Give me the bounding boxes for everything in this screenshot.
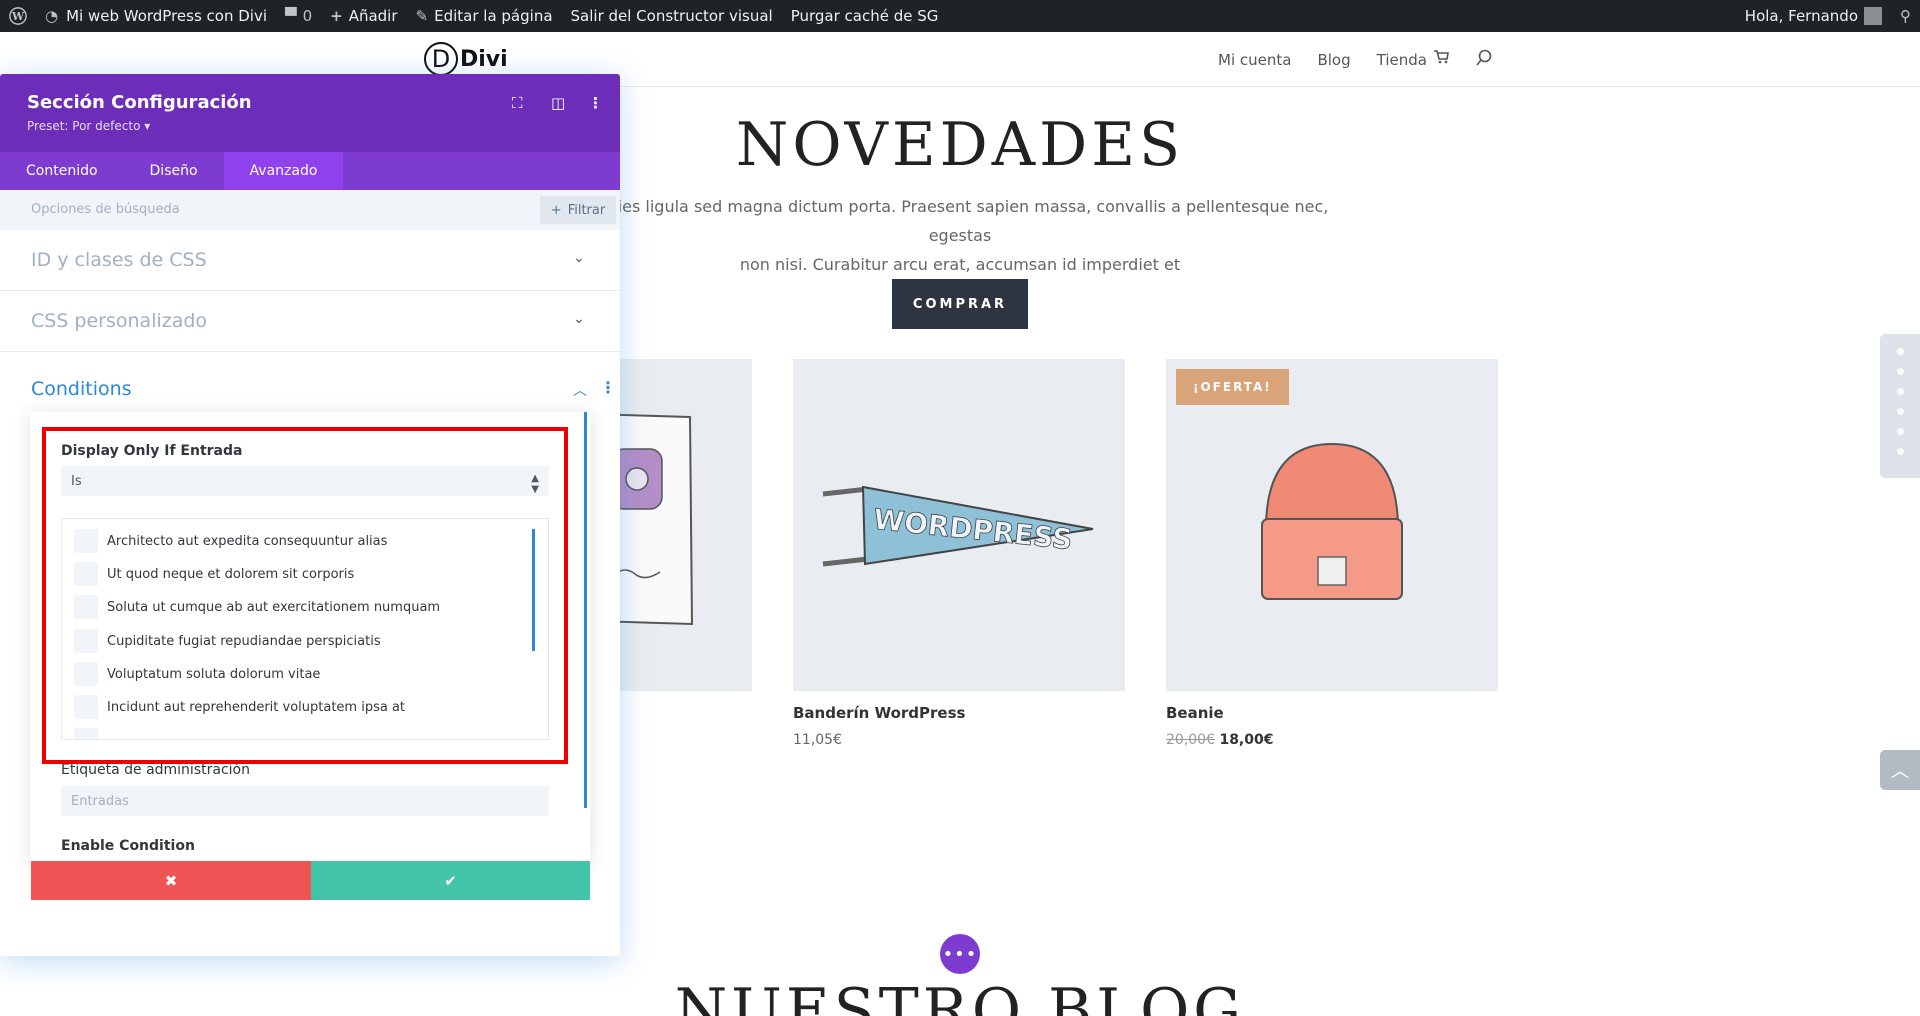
back-to-top-button[interactable]: ︿ xyxy=(1880,750,1920,790)
accordion-title: ID y clases de CSS xyxy=(31,249,207,271)
tab-contenido[interactable]: Contenido xyxy=(0,152,124,190)
svg-text:W: W xyxy=(11,10,25,23)
panel-header: Sección Configuración Preset: Por defect… xyxy=(0,74,620,152)
split-view-icon[interactable]: ◫ xyxy=(551,94,565,112)
tab-diseno[interactable]: Diseño xyxy=(124,152,224,190)
dot-nav-item[interactable] xyxy=(1896,448,1904,455)
product-name[interactable]: Beanie xyxy=(1166,704,1224,722)
dashboard-icon: ◔ xyxy=(45,7,59,25)
add-new-link[interactable]: + Añadir xyxy=(321,0,406,32)
pennant-illustration: WORDPRESS xyxy=(822,485,1094,567)
site-name: Mi web WordPress con Divi xyxy=(66,7,268,25)
nav-item-mi-cuenta[interactable]: Mi cuenta xyxy=(1218,51,1291,69)
options-search[interactable]: Opciones de búsqueda + Filtrar xyxy=(0,190,620,230)
filter-label: Filtrar xyxy=(567,202,606,218)
panel-tabs: Contenido Diseño Avanzado xyxy=(0,152,620,190)
greeting: Hola, Fernando xyxy=(1744,7,1858,25)
search-icon[interactable]: ⚲ xyxy=(1891,0,1920,32)
comment-icon: ▀ xyxy=(285,7,297,25)
sale-badge: ¡OFERTA! xyxy=(1176,369,1289,405)
nav-item-blog[interactable]: Blog xyxy=(1317,51,1350,69)
more-options-icon[interactable]: ⋮ xyxy=(588,94,603,112)
pencil-icon: ✎ xyxy=(415,7,429,25)
admin-label-input[interactable]: Entradas xyxy=(61,786,549,816)
search-placeholder: Opciones de búsqueda xyxy=(31,202,180,217)
panel-title: Sección Configuración xyxy=(27,92,252,113)
wordpress-logo-icon[interactable]: W xyxy=(0,0,36,32)
fullscreen-icon[interactable]: ⛶ xyxy=(512,94,523,112)
highlight-box xyxy=(42,427,568,764)
enable-condition-label: Enable Condition xyxy=(61,838,195,854)
avatar xyxy=(1864,7,1882,25)
dot-nav-item[interactable] xyxy=(1896,348,1904,355)
cart-icon[interactable] xyxy=(1433,49,1449,65)
section-description: tricies ligula sed magna dictum porta. P… xyxy=(560,192,1360,279)
purge-label: Purgar caché de SG xyxy=(790,7,939,25)
builder-settings-button[interactable]: ••• xyxy=(940,934,980,974)
wp-admin-bar: W ◔ Mi web WordPress con Divi ▀ 0 + Añad… xyxy=(0,0,1920,32)
description-line-1: tricies ligula sed magna dictum porta. P… xyxy=(591,197,1329,245)
section-dot-nav xyxy=(1880,334,1920,478)
admin-label-title: Etiqueta de administración xyxy=(61,762,250,778)
chevron-up-icon: ︿ xyxy=(1891,761,1909,782)
chevron-down-icon: ⌄ xyxy=(573,250,585,266)
nav-item-tienda[interactable]: Tienda xyxy=(1377,51,1427,69)
accordion-title: CSS personalizado xyxy=(31,310,208,332)
comprar-button[interactable]: COMPRAR xyxy=(892,279,1028,329)
chevron-down-icon: ⌄ xyxy=(573,311,585,327)
filter-button[interactable]: + Filtrar xyxy=(540,196,616,224)
close-icon: ✖ xyxy=(164,871,178,890)
site-logo[interactable]: D Divi xyxy=(424,42,508,76)
edit-page-link[interactable]: ✎ Editar la página xyxy=(407,0,562,32)
plus-icon: + xyxy=(330,7,343,25)
exit-visual-builder-link[interactable]: Salir del Constructor visual xyxy=(562,0,782,32)
more-options-icon[interactable]: ⋮ xyxy=(600,378,616,397)
modal-confirm-button[interactable]: ✔ xyxy=(311,861,590,900)
add-label: Añadir xyxy=(348,7,398,25)
logo-circle: D xyxy=(424,42,458,76)
old-price: 20,00€ xyxy=(1166,732,1215,748)
account-menu[interactable]: Hola, Fernando xyxy=(1736,0,1891,32)
sale-price: 18,00€ xyxy=(1219,732,1274,748)
check-icon: ✔ xyxy=(444,871,457,890)
dot-nav-item[interactable] xyxy=(1896,428,1904,435)
accordion-css-id-classes[interactable]: ID y clases de CSS ⌄ xyxy=(0,230,620,291)
exit-label: Salir del Constructor visual xyxy=(570,7,773,25)
accordion-conditions[interactable]: Conditions ︿ ⋮ xyxy=(0,352,620,414)
product-image[interactable]: ¡OFERTA! xyxy=(1166,359,1498,691)
tab-avanzado[interactable]: Avanzado xyxy=(223,152,344,190)
blog-section-title: NUESTRO BLOG xyxy=(674,976,1246,1016)
accordion-title: Conditions xyxy=(31,378,132,400)
description-line-2: non nisi. Curabitur arcu erat, accumsan … xyxy=(739,255,1181,274)
product-image[interactable]: WORDPRESS xyxy=(793,359,1125,691)
modal-cancel-button[interactable]: ✖ xyxy=(31,861,311,900)
preset-selector[interactable]: Preset: Por defecto ▾ xyxy=(27,119,150,133)
product-price: 20,00€ 18,00€ xyxy=(1166,732,1273,748)
dot-nav-item[interactable] xyxy=(1896,408,1904,415)
header-icons xyxy=(1433,49,1493,67)
search-icon[interactable] xyxy=(1475,49,1493,67)
edit-label: Editar la página xyxy=(434,7,553,25)
modal-scrollbar[interactable] xyxy=(584,412,587,808)
product-price: 11,05€ xyxy=(793,732,842,748)
product-name[interactable]: Banderín WordPress xyxy=(793,704,965,722)
comments-link[interactable]: ▀ 0 xyxy=(276,0,321,32)
comment-count: 0 xyxy=(302,7,313,25)
site-name-link[interactable]: ◔ Mi web WordPress con Divi xyxy=(36,0,276,32)
dot-nav-item[interactable] xyxy=(1896,368,1904,375)
purge-cache-link[interactable]: Purgar caché de SG xyxy=(782,0,948,32)
chevron-up-icon: ︿ xyxy=(573,383,587,399)
plus-icon: + xyxy=(550,202,562,218)
accordion-custom-css[interactable]: CSS personalizado ⌄ xyxy=(0,291,620,352)
main-nav: Mi cuenta Blog Tienda xyxy=(1218,51,1427,69)
logo-text: Divi xyxy=(460,46,508,72)
dot-nav-item[interactable] xyxy=(1896,388,1904,395)
beanie-illustration xyxy=(1261,442,1403,600)
